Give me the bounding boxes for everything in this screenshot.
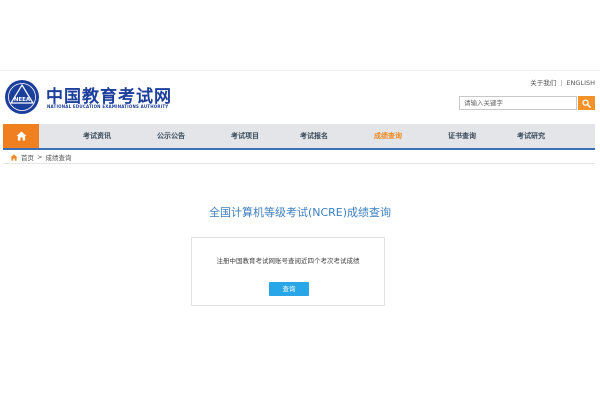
home-icon <box>16 131 26 141</box>
nav-item-score-query[interactable]: 成绩查询 <box>374 124 402 148</box>
breadcrumb-separator: > <box>37 153 43 161</box>
search-input[interactable] <box>459 96 577 110</box>
main-nav: 考试资讯 公示公告 考试项目 考试报名 成绩查询 证书查询 考试研究 <box>3 124 595 150</box>
top-links-separator: | <box>560 79 563 87</box>
nav-item-exam-registration[interactable]: 考试报名 <box>300 124 328 148</box>
nav-item-exam-news[interactable]: 考试资讯 <box>83 124 111 148</box>
nav-home-button[interactable] <box>3 124 39 148</box>
site-subtitle: NATIONAL EDUCATION EXAMINATIONS AUTHORIT… <box>47 104 169 109</box>
query-card: 注册中国教育考试网账号查阅近四个考次考试成绩 查询 <box>191 237 385 306</box>
search-button[interactable] <box>578 96 595 110</box>
search-icon <box>582 98 591 108</box>
neea-logo-icon[interactable]: NEEA <box>4 79 40 115</box>
home-icon <box>10 153 18 161</box>
nav-item-certificate-query[interactable]: 证书查询 <box>448 124 476 148</box>
query-card-text: 注册中国教育考试网账号查阅近四个考次考试成绩 <box>216 257 360 265</box>
breadcrumb-current: 成绩查询 <box>45 154 72 162</box>
breadcrumb-divider <box>3 163 595 164</box>
top-links: 关于我们 | ENGLISH <box>530 77 595 87</box>
english-link[interactable]: ENGLISH <box>566 79 595 87</box>
page-title: 全国计算机等级考试(NCRE)成绩查询 <box>208 206 392 219</box>
about-us-link[interactable]: 关于我们 <box>530 79 556 87</box>
query-button[interactable]: 查询 <box>269 282 309 296</box>
breadcrumb-home-link[interactable]: 首页 <box>21 152 34 162</box>
nav-item-exam-programs[interactable]: 考试项目 <box>231 124 259 148</box>
nav-item-announcements[interactable]: 公示公告 <box>157 124 185 148</box>
nav-item-exam-research[interactable]: 考试研究 <box>517 124 545 148</box>
logo-text: NEEA <box>14 97 31 103</box>
top-divider <box>0 70 600 71</box>
breadcrumb: 首页 > 成绩查询 <box>10 152 71 162</box>
